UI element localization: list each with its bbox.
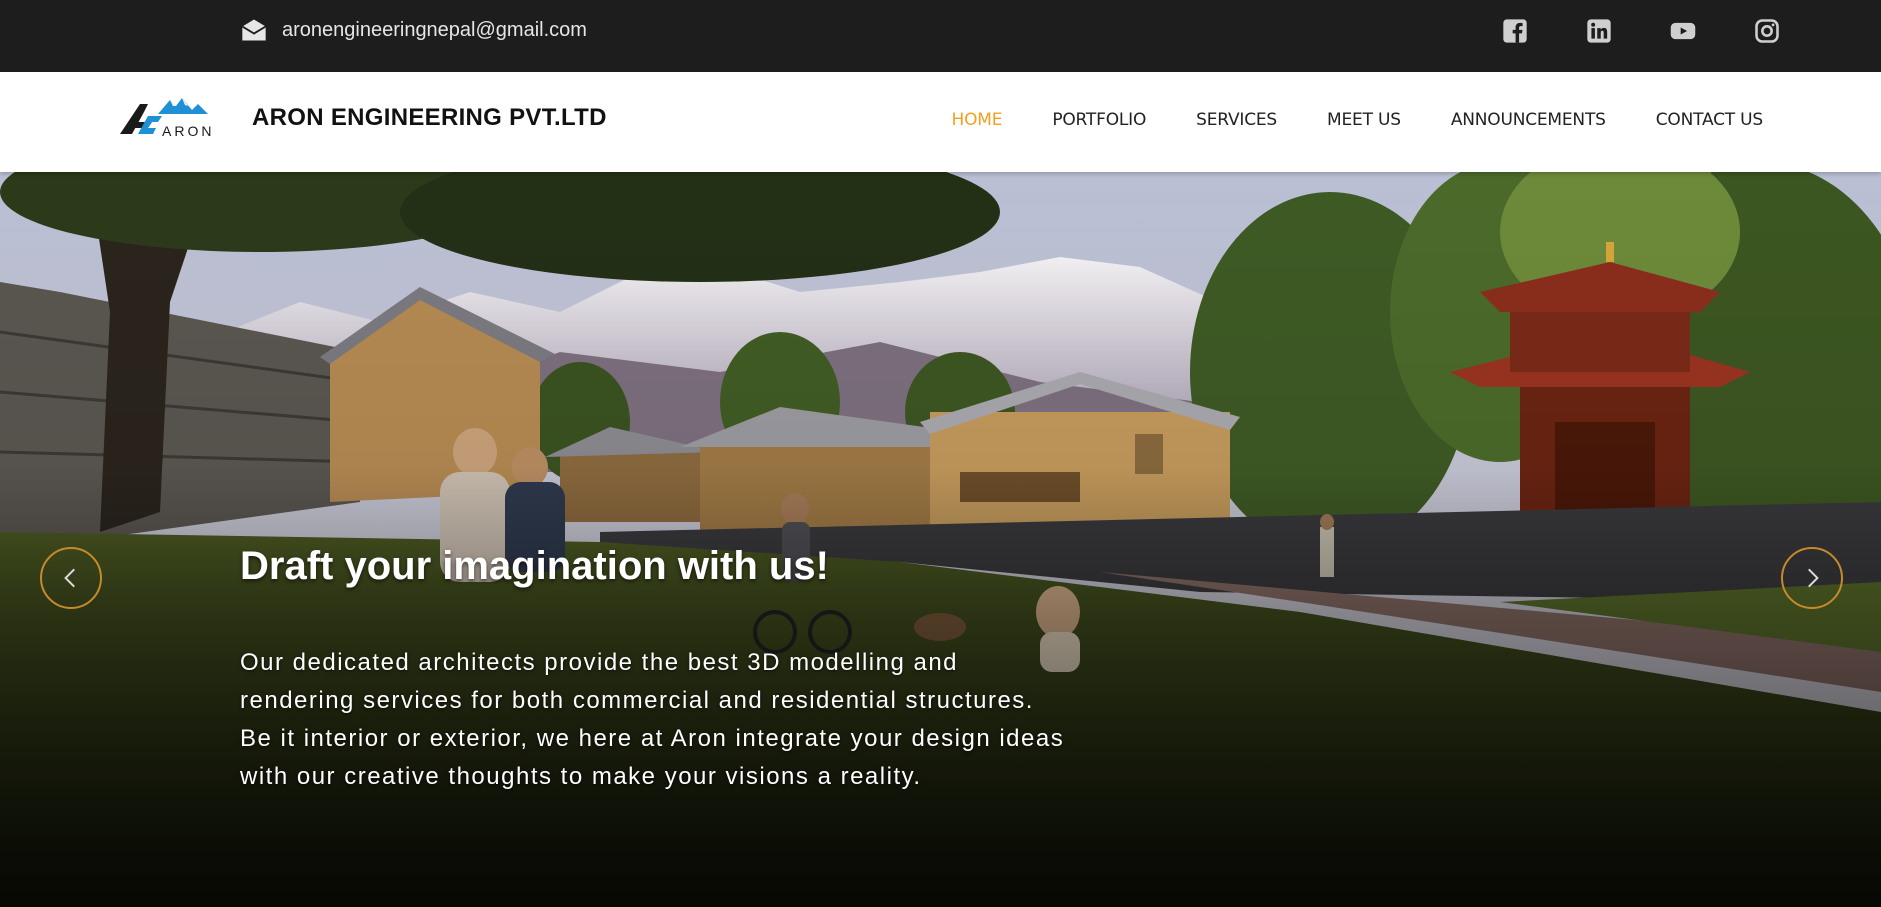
- hero-heading: Draft your imagination with us!: [240, 544, 829, 588]
- hero-description-line: rendering services for both commercial a…: [240, 687, 1034, 714]
- nav-meet-us[interactable]: MEET US: [1327, 110, 1401, 130]
- brand[interactable]: ARON ARON ENGINEERING PVT.LTD: [118, 92, 607, 144]
- hero-overlay: [0, 172, 1881, 907]
- email-text[interactable]: aronengineeringnepal@gmail.com: [282, 19, 587, 42]
- svg-text:ARON: ARON: [162, 123, 214, 139]
- nav-contact-us[interactable]: CONTACT US: [1656, 110, 1763, 130]
- social-links: [1501, 17, 1781, 45]
- chevron-left-icon: [64, 568, 75, 588]
- linkedin-icon[interactable]: [1585, 17, 1613, 45]
- chevron-right-icon: [1808, 568, 1819, 588]
- nav-services[interactable]: SERVICES: [1196, 110, 1277, 130]
- facebook-icon[interactable]: [1501, 17, 1529, 45]
- main-navbar: ARON ARON ENGINEERING PVT.LTD HOME PORTF…: [0, 72, 1881, 172]
- instagram-icon[interactable]: [1753, 17, 1781, 45]
- nav-portfolio[interactable]: PORTFOLIO: [1052, 110, 1146, 130]
- hero-description-line: Be it interior or exterior, we here at A…: [240, 725, 1065, 752]
- hero-description-line: with our creative thoughts to make your …: [240, 763, 922, 790]
- envelope-icon: [241, 19, 267, 41]
- email-contact[interactable]: aronengineeringnepal@gmail.com: [240, 16, 587, 44]
- youtube-icon[interactable]: [1669, 17, 1697, 45]
- slider-prev-button[interactable]: [40, 547, 102, 609]
- slider-next-button[interactable]: [1781, 547, 1843, 609]
- hero-description-line: Our dedicated architects provide the bes…: [240, 649, 959, 676]
- aron-logo[interactable]: ARON: [118, 92, 234, 144]
- top-bar: aronengineeringnepal@gmail.com: [0, 0, 1881, 72]
- hero-slider: Draft your imagination with us! Our dedi…: [0, 172, 1881, 907]
- nav-home[interactable]: HOME: [952, 110, 1003, 130]
- nav-announcements[interactable]: ANNOUNCEMENTS: [1451, 110, 1606, 130]
- main-menu: HOME PORTFOLIO SERVICES MEET US ANNOUNCE…: [952, 110, 1764, 130]
- hero-description: Our dedicated architects provide the bes…: [240, 644, 1200, 796]
- company-name[interactable]: ARON ENGINEERING PVT.LTD: [252, 104, 607, 132]
